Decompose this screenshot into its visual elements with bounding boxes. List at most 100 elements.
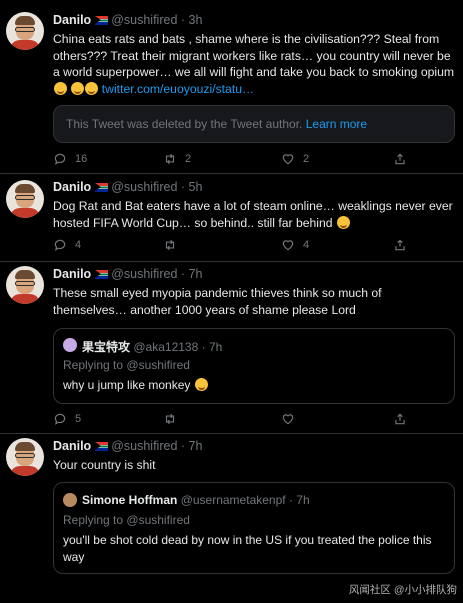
deleted-tweet-card: This Tweet was deleted by the Tweet auth… [53, 105, 455, 143]
reply-button[interactable]: 16 [53, 152, 87, 166]
tweet-actions: 4 4 [53, 238, 413, 254]
quoted-handle[interactable]: @usernametakenpf [181, 493, 286, 507]
laughing-emoji-icon [336, 215, 350, 229]
share-button[interactable] [393, 238, 407, 252]
like-button[interactable]: 4 [281, 238, 309, 252]
reply-count: 16 [75, 153, 88, 165]
like-button[interactable] [281, 412, 295, 426]
quoted-tweet[interactable]: Simone Hoffman @usernametakenpf · 7h Rep… [53, 482, 455, 574]
handle[interactable]: @sushifired [111, 180, 177, 194]
retweet-button[interactable] [163, 238, 177, 252]
reply-count: 4 [75, 239, 82, 251]
timestamp[interactable]: · 5h [181, 180, 203, 194]
tweet-4[interactable]: Danilo @sushifired · 7h Your country is s… [0, 434, 463, 603]
heart-icon [282, 240, 294, 251]
heart-icon [282, 414, 294, 425]
quoted-timestamp: · 7h [201, 340, 223, 354]
tweet-text-content: These small eyed myopia pandemic thieves… [53, 286, 382, 317]
avatar[interactable] [6, 180, 44, 218]
display-name[interactable]: Danilo [53, 267, 91, 281]
quoted-handle[interactable]: @aka12138 [133, 340, 198, 354]
quoted-text: why u jump like monkey [63, 377, 442, 394]
replying-to: Replying to @sushifired [63, 358, 190, 372]
reply-icon [54, 239, 66, 251]
laughing-emoji-icon [54, 81, 67, 95]
quoted-header: Simone Hoffman @usernametakenpf · 7h [82, 493, 310, 507]
share-button[interactable] [393, 412, 407, 426]
quoted-timestamp: · 7h [288, 493, 310, 507]
heart-icon [282, 154, 294, 165]
reply-button[interactable]: 5 [53, 412, 81, 426]
replying-label: Replying to [63, 513, 124, 527]
flag-icon [95, 16, 109, 25]
tweet-header: Danilo @sushifired · 5h [53, 180, 202, 194]
timestamp[interactable]: · 7h [181, 267, 203, 281]
handle[interactable]: @sushifired [111, 13, 177, 27]
laughing-emoji-icon [85, 81, 99, 95]
retweet-icon [165, 239, 175, 251]
flag-icon [95, 183, 109, 192]
display-name[interactable]: Danilo [53, 439, 91, 453]
tweet-actions: 5 [53, 412, 413, 428]
replying-handle[interactable]: @sushifired [126, 513, 190, 527]
quoted-tweet[interactable]: 果宝特攻 @aka12138 · 7h Replying to @sushifi… [53, 328, 455, 404]
share-icon [395, 153, 405, 165]
quoted-display-name[interactable]: 果宝特攻 [82, 340, 130, 354]
handle[interactable]: @sushifired [111, 439, 177, 453]
avatar[interactable] [6, 438, 44, 476]
retweet-button[interactable] [163, 412, 177, 426]
tweet-actions: 16 2 2 [53, 152, 413, 168]
avatar[interactable] [6, 266, 44, 304]
tweet-2[interactable]: Danilo @sushifired · 5h Dog Rat and Bat e… [0, 174, 463, 262]
reply-count: 5 [75, 413, 82, 425]
display-name[interactable]: Danilo [53, 180, 91, 194]
display-name[interactable]: Danilo [53, 13, 91, 27]
flag-icon [95, 270, 109, 279]
tweet-header: Danilo @sushifired · 7h [53, 439, 202, 453]
reply-icon [54, 413, 66, 425]
replying-to: Replying to @sushifired [63, 513, 190, 527]
watermark: 风闻社区 @小小排队狗 [348, 584, 457, 596]
quoted-avatar[interactable] [63, 338, 77, 352]
deleted-notice: This Tweet was deleted by the Tweet auth… [66, 117, 303, 131]
retweet-icon [165, 413, 175, 425]
tweet-text: These small eyed myopia pandemic thieves… [53, 285, 455, 318]
quoted-display-name[interactable]: Simone Hoffman [82, 493, 177, 507]
quoted-text-content: why u jump like monkey [63, 378, 191, 392]
like-count: 4 [303, 239, 310, 251]
tweet-text-content: China eats rats and bats , shame where i… [53, 32, 455, 79]
retweet-count: 2 [185, 153, 192, 165]
reply-icon [54, 153, 66, 165]
tweet-link[interactable]: twitter.com/euoyouzi/statu… [102, 82, 254, 96]
tweet-text-content: Dog Rat and Bat eaters have a lot of ste… [53, 199, 453, 230]
share-icon [395, 413, 405, 425]
tweet-1[interactable]: Danilo @sushifired · 3h China eats rats a… [0, 0, 463, 172]
quoted-text-content: you'll be shot cold dead by now in the U… [63, 533, 432, 564]
share-button[interactable] [393, 152, 407, 166]
learn-more-link[interactable]: Learn more [306, 117, 367, 131]
quoted-avatar[interactable] [63, 493, 77, 507]
like-button[interactable]: 2 [281, 152, 309, 166]
tweet-header: Danilo @sushifired · 7h [53, 267, 202, 281]
retweet-icon [165, 153, 175, 165]
grinning-emoji-icon [194, 378, 208, 391]
handle[interactable]: @sushifired [111, 267, 177, 281]
replying-handle[interactable]: @sushifired [126, 358, 190, 372]
timestamp[interactable]: · 7h [181, 439, 203, 453]
reply-button[interactable]: 4 [53, 238, 81, 252]
share-icon [395, 239, 405, 251]
tweet-text-content: Your country is shit [53, 458, 156, 472]
quoted-header: 果宝特攻 @aka12138 · 7h [82, 338, 222, 355]
tweet-header: Danilo @sushifired · 3h [53, 13, 202, 27]
tweet-text: Dog Rat and Bat eaters have a lot of ste… [53, 198, 455, 231]
avatar[interactable] [6, 12, 44, 50]
retweet-button[interactable]: 2 [163, 152, 191, 166]
replying-label: Replying to [63, 358, 124, 372]
tweet-3[interactable]: Danilo @sushifired · 7h These small eyed … [0, 262, 463, 434]
timestamp[interactable]: · 3h [181, 13, 203, 27]
quoted-text: you'll be shot cold dead by now in the U… [63, 532, 442, 565]
like-count: 2 [303, 153, 310, 165]
flag-icon [95, 442, 109, 451]
tweet-text: Your country is shit [53, 457, 455, 474]
laughing-emoji-icon [71, 81, 85, 95]
